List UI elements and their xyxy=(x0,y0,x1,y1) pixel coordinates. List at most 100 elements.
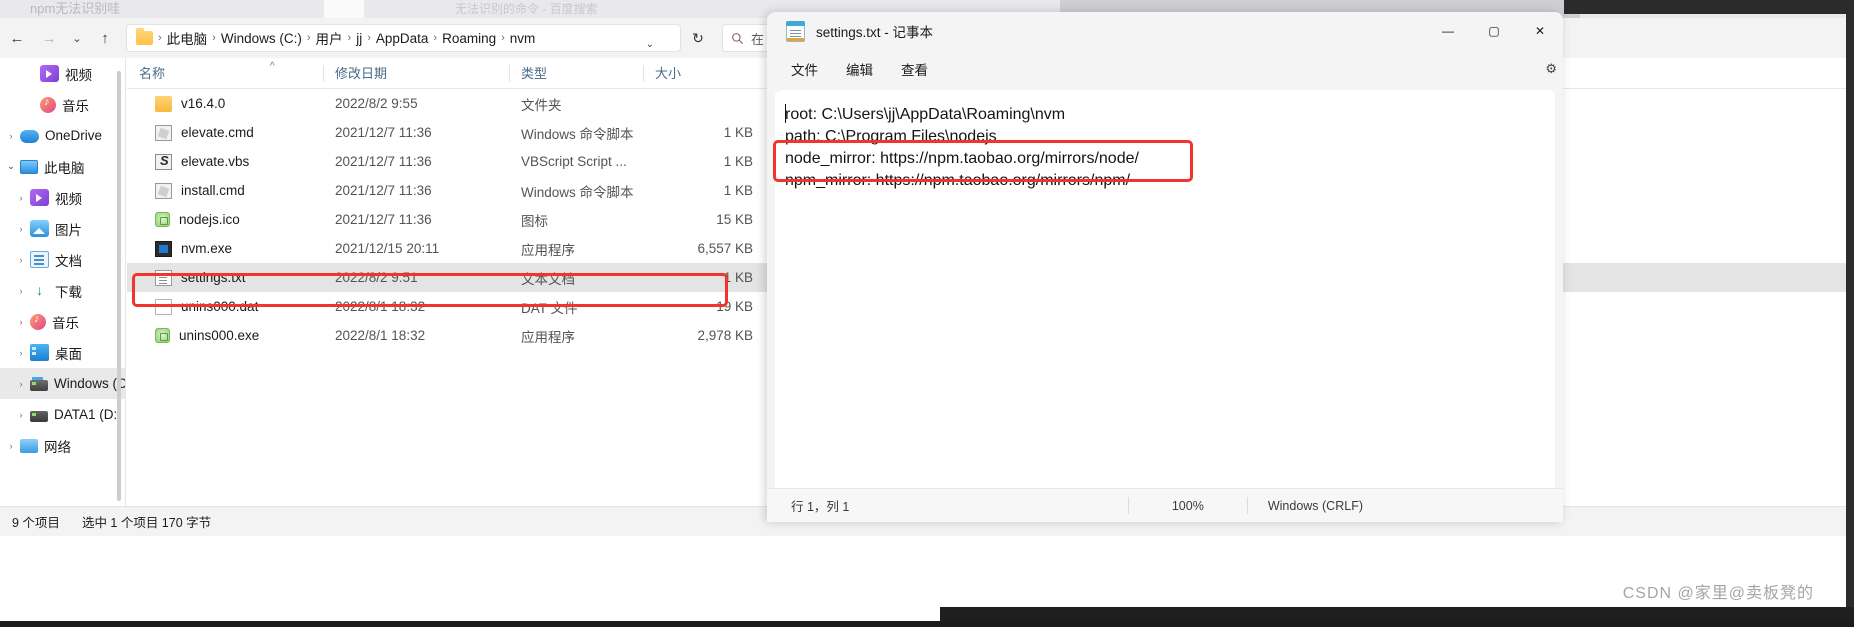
sidebar-item-12[interactable]: › 网络 xyxy=(0,430,125,461)
cell-type: 应用程序 xyxy=(521,329,575,345)
sidebar-item-6[interactable]: › 文档 xyxy=(0,244,125,275)
sort-ascending-icon: ^ xyxy=(270,61,275,72)
file-name: nodejs.ico xyxy=(179,212,240,227)
sidebar-item-7[interactable]: › ↓ 下载 xyxy=(0,275,125,306)
refresh-icon[interactable]: ↻ xyxy=(684,24,712,52)
sidebar-item-10[interactable]: › Windows (C:) xyxy=(0,368,125,399)
breadcrumb-item-6[interactable]: nvm xyxy=(507,31,539,46)
navigation-pane[interactable]: 视频音乐›OneDrive⌄此电脑›视频›图片›文档›↓下载›音乐›桌面›Win… xyxy=(0,58,126,506)
breadcrumb-item-4[interactable]: AppData xyxy=(373,31,432,46)
breadcrumb-item-0[interactable]: 此电脑 xyxy=(164,28,211,48)
sidebar-item-11[interactable]: › DATA1 (D:) xyxy=(0,399,125,430)
file-name: install.cmd xyxy=(181,183,245,198)
file-name: unins000.dat xyxy=(181,299,259,314)
cell-date: 2021/12/7 11:36 xyxy=(335,212,432,227)
chevron-down-icon[interactable]: ⌄ xyxy=(646,39,654,50)
sidebar-item-label: 桌面 xyxy=(55,346,82,362)
minimize-button[interactable]: — xyxy=(1425,12,1471,50)
column-header-date[interactable]: 修改日期 xyxy=(323,58,387,89)
chevron-icon[interactable]: › xyxy=(2,131,20,141)
cell-date: 2021/12/7 11:36 xyxy=(335,183,432,198)
cell-date: 2022/8/1 18:32 xyxy=(335,328,426,343)
breadcrumb-separator: › xyxy=(158,32,162,44)
download-icon: ↓ xyxy=(36,282,43,298)
notepad-title-bar[interactable]: settings.txt - 记事本 — ▢ ✕ xyxy=(767,12,1563,50)
notepad-text-area[interactable]: root: C:\Users\jj\AppData\Roaming\nvm pa… xyxy=(775,90,1555,510)
breadcrumb-item-5[interactable]: Roaming xyxy=(439,31,499,46)
sidebar-item-9[interactable]: › 桌面 xyxy=(0,337,125,368)
picture-icon xyxy=(30,220,49,237)
close-button[interactable]: ✕ xyxy=(1517,12,1563,50)
search-icon xyxy=(732,32,744,44)
sidebar-item-2[interactable]: › OneDrive xyxy=(0,120,125,151)
cell-name: v16.4.0 xyxy=(127,95,347,112)
breadcrumb-separator: › xyxy=(212,32,216,44)
cell-type: 文本文档 xyxy=(521,271,575,287)
sidebar-item-4[interactable]: › 视频 xyxy=(0,182,125,213)
status-divider xyxy=(1246,497,1248,514)
sidebar-item-8[interactable]: › 音乐 xyxy=(0,306,125,337)
taskbar-edge-2 xyxy=(940,607,1854,621)
navigation-scrollbar[interactable] xyxy=(117,71,121,501)
chevron-icon[interactable]: › xyxy=(12,193,30,203)
sidebar-item-1[interactable]: 音乐 xyxy=(0,89,125,120)
folder-icon xyxy=(155,95,172,112)
address-bar[interactable]: › 此电脑 › Windows (C:) › 用户 › jj › AppData… xyxy=(126,24,681,52)
sidebar-item-0[interactable]: 视频 xyxy=(0,58,125,89)
sidebar-item-5[interactable]: › 图片 xyxy=(0,213,125,244)
chevron-icon[interactable]: › xyxy=(12,348,30,358)
text-line-3: npm_mirror: https://npm.taobao.org/mirro… xyxy=(785,172,1131,189)
chevron-icon[interactable]: › xyxy=(2,441,20,451)
column-header-size[interactable]: 大小 xyxy=(643,58,681,89)
cell-type: 应用程序 xyxy=(521,242,575,258)
cell-name: nodejs.ico xyxy=(127,212,347,227)
cell-size: 2,978 KB xyxy=(697,328,753,343)
back-button[interactable]: ← xyxy=(4,26,30,50)
breadcrumb-item-1[interactable]: Windows (C:) xyxy=(218,31,305,46)
chevron-icon[interactable]: › xyxy=(12,286,30,296)
column-header-name[interactable]: 名称 xyxy=(127,58,165,89)
chevron-icon[interactable]: › xyxy=(12,410,30,420)
cell-name: nvm.exe xyxy=(127,240,347,257)
breadcrumb-item-2[interactable]: 用户 xyxy=(313,28,346,48)
recent-locations-button[interactable]: ⌄ xyxy=(64,26,90,50)
column-header-type[interactable]: 类型 xyxy=(509,58,547,89)
cell-size: 15 KB xyxy=(716,212,753,227)
desktop-right-edge xyxy=(1846,0,1854,627)
sidebar-item-3[interactable]: ⌄ 此电脑 xyxy=(0,151,125,182)
cell-name: settings.txt xyxy=(127,269,347,286)
line-ending[interactable]: Windows (CRLF) xyxy=(1268,499,1363,513)
cell-type: VBScript Script ... xyxy=(521,154,627,169)
sidebar-item-label: 音乐 xyxy=(52,315,79,331)
breadcrumb-separator: › xyxy=(501,32,505,44)
file-name: settings.txt xyxy=(181,270,246,285)
chevron-icon[interactable]: ⌄ xyxy=(2,161,20,172)
text-caret xyxy=(785,104,786,123)
pc-icon xyxy=(20,159,38,174)
chevron-icon[interactable]: › xyxy=(12,317,30,327)
network-icon xyxy=(20,438,38,453)
chevron-icon[interactable]: › xyxy=(12,255,30,265)
cell-date: 2022/8/2 9:55 xyxy=(335,96,418,111)
background-tab-title: npm无法识别哇 xyxy=(30,1,121,16)
ico-file-icon xyxy=(155,212,170,227)
screen: npm无法识别哇 无法识别的命令 - 百度搜索 ← → ⌄ ↑ › 此电脑 › … xyxy=(0,0,1854,627)
text-line-1: path: C:\Program Files\nodejs xyxy=(785,128,997,145)
item-count: 9 个项目 xyxy=(12,516,60,530)
chevron-icon[interactable]: › xyxy=(12,224,30,234)
chevron-icon[interactable]: › xyxy=(12,379,30,389)
menu-item-file[interactable]: 文件 xyxy=(781,55,828,83)
maximize-button[interactable]: ▢ xyxy=(1471,12,1517,50)
zoom-level[interactable]: 100% xyxy=(1129,499,1247,513)
cell-date: 2022/8/1 18:32 xyxy=(335,299,426,314)
folder-icon xyxy=(136,28,153,45)
breadcrumb-item-3[interactable]: jj xyxy=(353,31,365,46)
menu-item-edit[interactable]: 编辑 xyxy=(836,55,883,83)
text-file-icon xyxy=(155,269,172,286)
sidebar-item-label: 视频 xyxy=(55,191,82,207)
menu-item-view[interactable]: 查看 xyxy=(891,55,938,83)
file-name: elevate.cmd xyxy=(181,125,254,140)
gear-icon[interactable]: ⚙ xyxy=(1545,61,1557,77)
up-button[interactable]: ↑ xyxy=(92,26,118,50)
forward-button[interactable]: → xyxy=(36,26,62,50)
